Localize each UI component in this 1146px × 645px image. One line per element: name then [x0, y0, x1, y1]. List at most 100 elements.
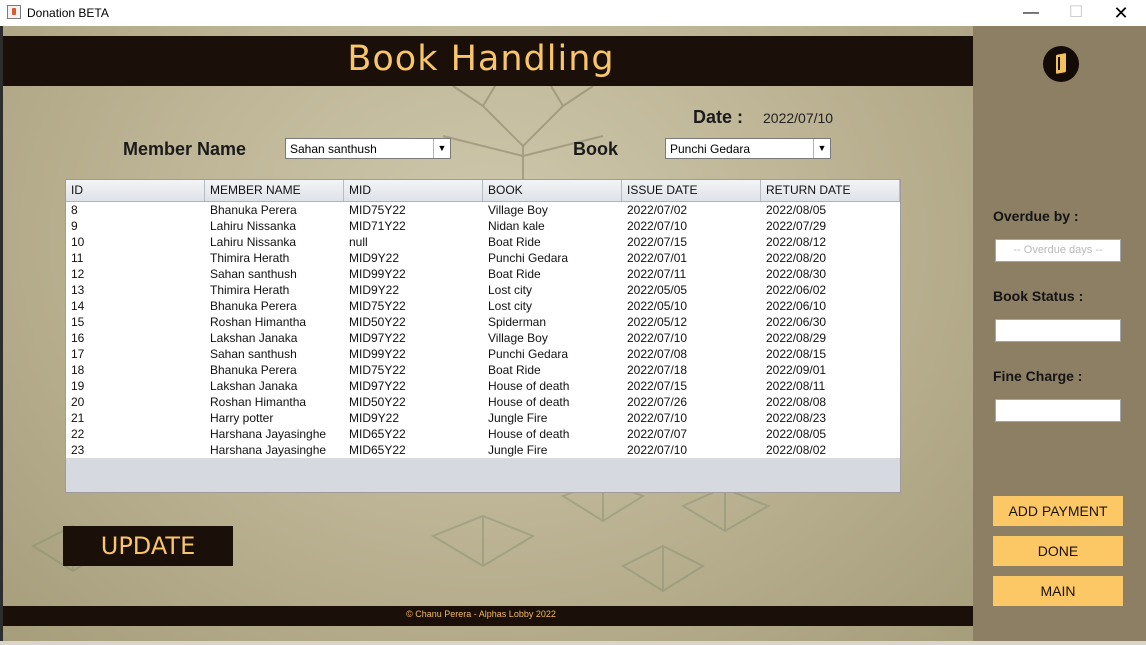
cell-mid: MID97Y22 [349, 379, 406, 393]
cell-member-name: Roshan Himantha [210, 395, 307, 409]
cell-issue-date: 2022/07/15 [627, 235, 688, 249]
table-row[interactable]: 17 Sahan santhush MID99Y22 Punchi Gedara 202… [66, 346, 900, 362]
cell-return-date: 2022/08/11 [766, 379, 826, 393]
cell-book: Boat Ride [488, 235, 541, 249]
main-button[interactable]: MAIN [993, 576, 1123, 606]
table-row[interactable]: 16 Lakshan Janaka MID97Y22 Village Boy 2022/… [66, 330, 900, 346]
cell-id: 16 [71, 331, 85, 345]
table-row[interactable]: 8 Bhanuka Perera MID75Y22 Village Boy 2022/0… [66, 202, 900, 218]
close-button[interactable]: ✕ [1098, 0, 1144, 26]
table-row[interactable]: 11 Thimira Herath MID9Y22 Punchi Gedara 2022… [66, 250, 900, 266]
cell-member-name: Bhanuka Perera [210, 203, 297, 217]
cell-return-date: 2022/06/30 [766, 315, 827, 329]
table-row[interactable]: 23 Harshana Jayasinghe MID65Y22 Jungle Fire… [66, 442, 900, 458]
fine-charge-field[interactable] [995, 399, 1121, 422]
cell-member-name: Sahan santhush [210, 267, 297, 281]
cell-book: Village Boy [488, 203, 548, 217]
cell-return-date: 2022/06/02 [766, 283, 827, 297]
cell-id: 10 [71, 235, 85, 249]
table-header: ID MEMBER NAME MID BOOK ISSUE DATE RETUR… [66, 180, 900, 202]
page-header: Book Handling [3, 36, 973, 86]
cell-mid: MID75Y22 [349, 203, 406, 217]
table-row[interactable]: 10 Lahiru Nissanka null Boat Ride 2022/07/15… [66, 234, 900, 250]
chevron-down-icon[interactable]: ▼ [433, 139, 450, 158]
cell-return-date: 2022/08/23 [766, 411, 827, 425]
done-button[interactable]: DONE [993, 536, 1123, 566]
member-name-dropdown[interactable]: Sahan santhush ▼ [285, 138, 451, 159]
book-dropdown[interactable]: Punchi Gedara ▼ [665, 138, 831, 159]
fine-charge-label: Fine Charge : [993, 368, 1083, 384]
cell-id: 8 [71, 203, 78, 217]
cell-issue-date: 2022/05/12 [627, 315, 688, 329]
cell-issue-date: 2022/07/10 [627, 411, 688, 425]
column-header-issue-date[interactable]: ISSUE DATE [622, 180, 761, 201]
cell-id: 9 [71, 219, 78, 233]
column-header-member-name[interactable]: MEMBER NAME [205, 180, 344, 201]
table-row[interactable]: 21 Harry potter MID9Y22 Jungle Fire 2022/07/… [66, 410, 900, 426]
java-app-icon [7, 5, 21, 19]
cell-id: 17 [71, 347, 85, 361]
date-value: 2022/07/10 [763, 110, 834, 126]
minimize-button[interactable]: — [1008, 0, 1054, 26]
cell-book: Boat Ride [488, 267, 541, 281]
cell-book: Lost city [488, 299, 533, 313]
cell-return-date: 2022/08/05 [766, 427, 827, 441]
cell-id: 19 [71, 379, 85, 393]
book-status-field[interactable] [995, 319, 1121, 342]
cell-id: 18 [71, 363, 85, 377]
table-row[interactable]: 19 Lakshan Janaka MID97Y22 House of death 20… [66, 378, 900, 394]
cell-id: 15 [71, 315, 85, 329]
table-row[interactable]: 22 Harshana Jayasinghe MID65Y22 House of de… [66, 426, 900, 442]
cell-member-name: Lakshan Janaka [210, 331, 298, 345]
cell-book: Lost city [488, 283, 533, 297]
issued-books-table: ID MEMBER NAME MID BOOK ISSUE DATE RETUR… [65, 179, 901, 493]
cell-member-name: Lahiru Nissanka [210, 235, 297, 249]
main-panel: Book Handling Date : 2022/07/10 Member N… [3, 26, 973, 642]
cell-issue-date: 2022/07/10 [627, 219, 688, 233]
cell-mid: MID97Y22 [349, 331, 406, 345]
column-header-mid[interactable]: MID [344, 180, 483, 201]
table-row[interactable]: 18 Bhanuka Perera MID75Y22 Boat Ride 2022/07… [66, 362, 900, 378]
maximize-button[interactable]: ☐ [1053, 0, 1099, 26]
cell-return-date: 2022/08/12 [766, 235, 827, 249]
date-label: Date : [693, 107, 744, 127]
cell-return-date: 2022/08/02 [766, 443, 827, 457]
cell-member-name: Bhanuka Perera [210, 299, 297, 313]
overdue-days-field[interactable]: -- Overdue days -- [995, 239, 1121, 262]
cell-return-date: 2022/08/20 [766, 251, 827, 265]
cell-book: Boat Ride [488, 363, 541, 377]
cell-issue-date: 2022/07/15 [627, 379, 688, 393]
cell-member-name: Harshana Jayasinghe [210, 427, 327, 441]
cell-id: 11 [71, 251, 84, 265]
cell-issue-date: 2022/07/18 [627, 363, 688, 377]
table-row[interactable]: 12 Sahan santhush MID99Y22 Boat Ride 2022/07… [66, 266, 900, 282]
column-header-id[interactable]: ID [66, 180, 205, 201]
table-row[interactable]: 20 Roshan Himantha MID50Y22 House of death 2… [66, 394, 900, 410]
update-button[interactable]: UPDATE [63, 526, 233, 566]
cell-issue-date: 2022/07/10 [627, 443, 688, 457]
add-payment-button[interactable]: ADD PAYMENT [993, 496, 1123, 526]
cell-mid: MID50Y22 [349, 315, 406, 329]
book-selected: Punchi Gedara [670, 142, 751, 156]
cell-mid: MID65Y22 [349, 427, 406, 441]
cell-id: 13 [71, 283, 85, 297]
footer-bar: © Chanu Perera - Alphas Lobby 2022 [3, 606, 973, 626]
cell-book: Jungle Fire [488, 411, 548, 425]
bottom-edge [0, 641, 1146, 645]
column-header-return-date[interactable]: RETURN DATE [761, 180, 900, 201]
member-name-label: Member Name [123, 139, 247, 159]
table-row[interactable]: 9 Lahiru Nissanka MID71Y22 Nidan kale 2022/0… [66, 218, 900, 234]
cell-member-name: Sahan santhush [210, 347, 297, 361]
table-row[interactable]: 14 Bhanuka Perera MID75Y22 Lost city 2022/05… [66, 298, 900, 314]
column-header-book[interactable]: BOOK [483, 180, 622, 201]
table-row[interactable]: 15 Roshan Himantha MID50Y22 Spiderman 2022/0… [66, 314, 900, 330]
cell-book: Nidan kale [488, 219, 545, 233]
cell-issue-date: 2022/07/11 [627, 267, 687, 281]
cell-return-date: 2022/08/30 [766, 267, 827, 281]
cell-mid: MID71Y22 [349, 219, 406, 233]
table-row[interactable]: 13 Thimira Herath MID9Y22 Lost city 2022/05/… [66, 282, 900, 298]
cell-member-name: Harshana Jayasinghe [210, 443, 327, 457]
cell-member-name: Harry potter [210, 411, 274, 425]
cell-mid: MID75Y22 [349, 299, 406, 313]
chevron-down-icon[interactable]: ▼ [813, 139, 830, 158]
